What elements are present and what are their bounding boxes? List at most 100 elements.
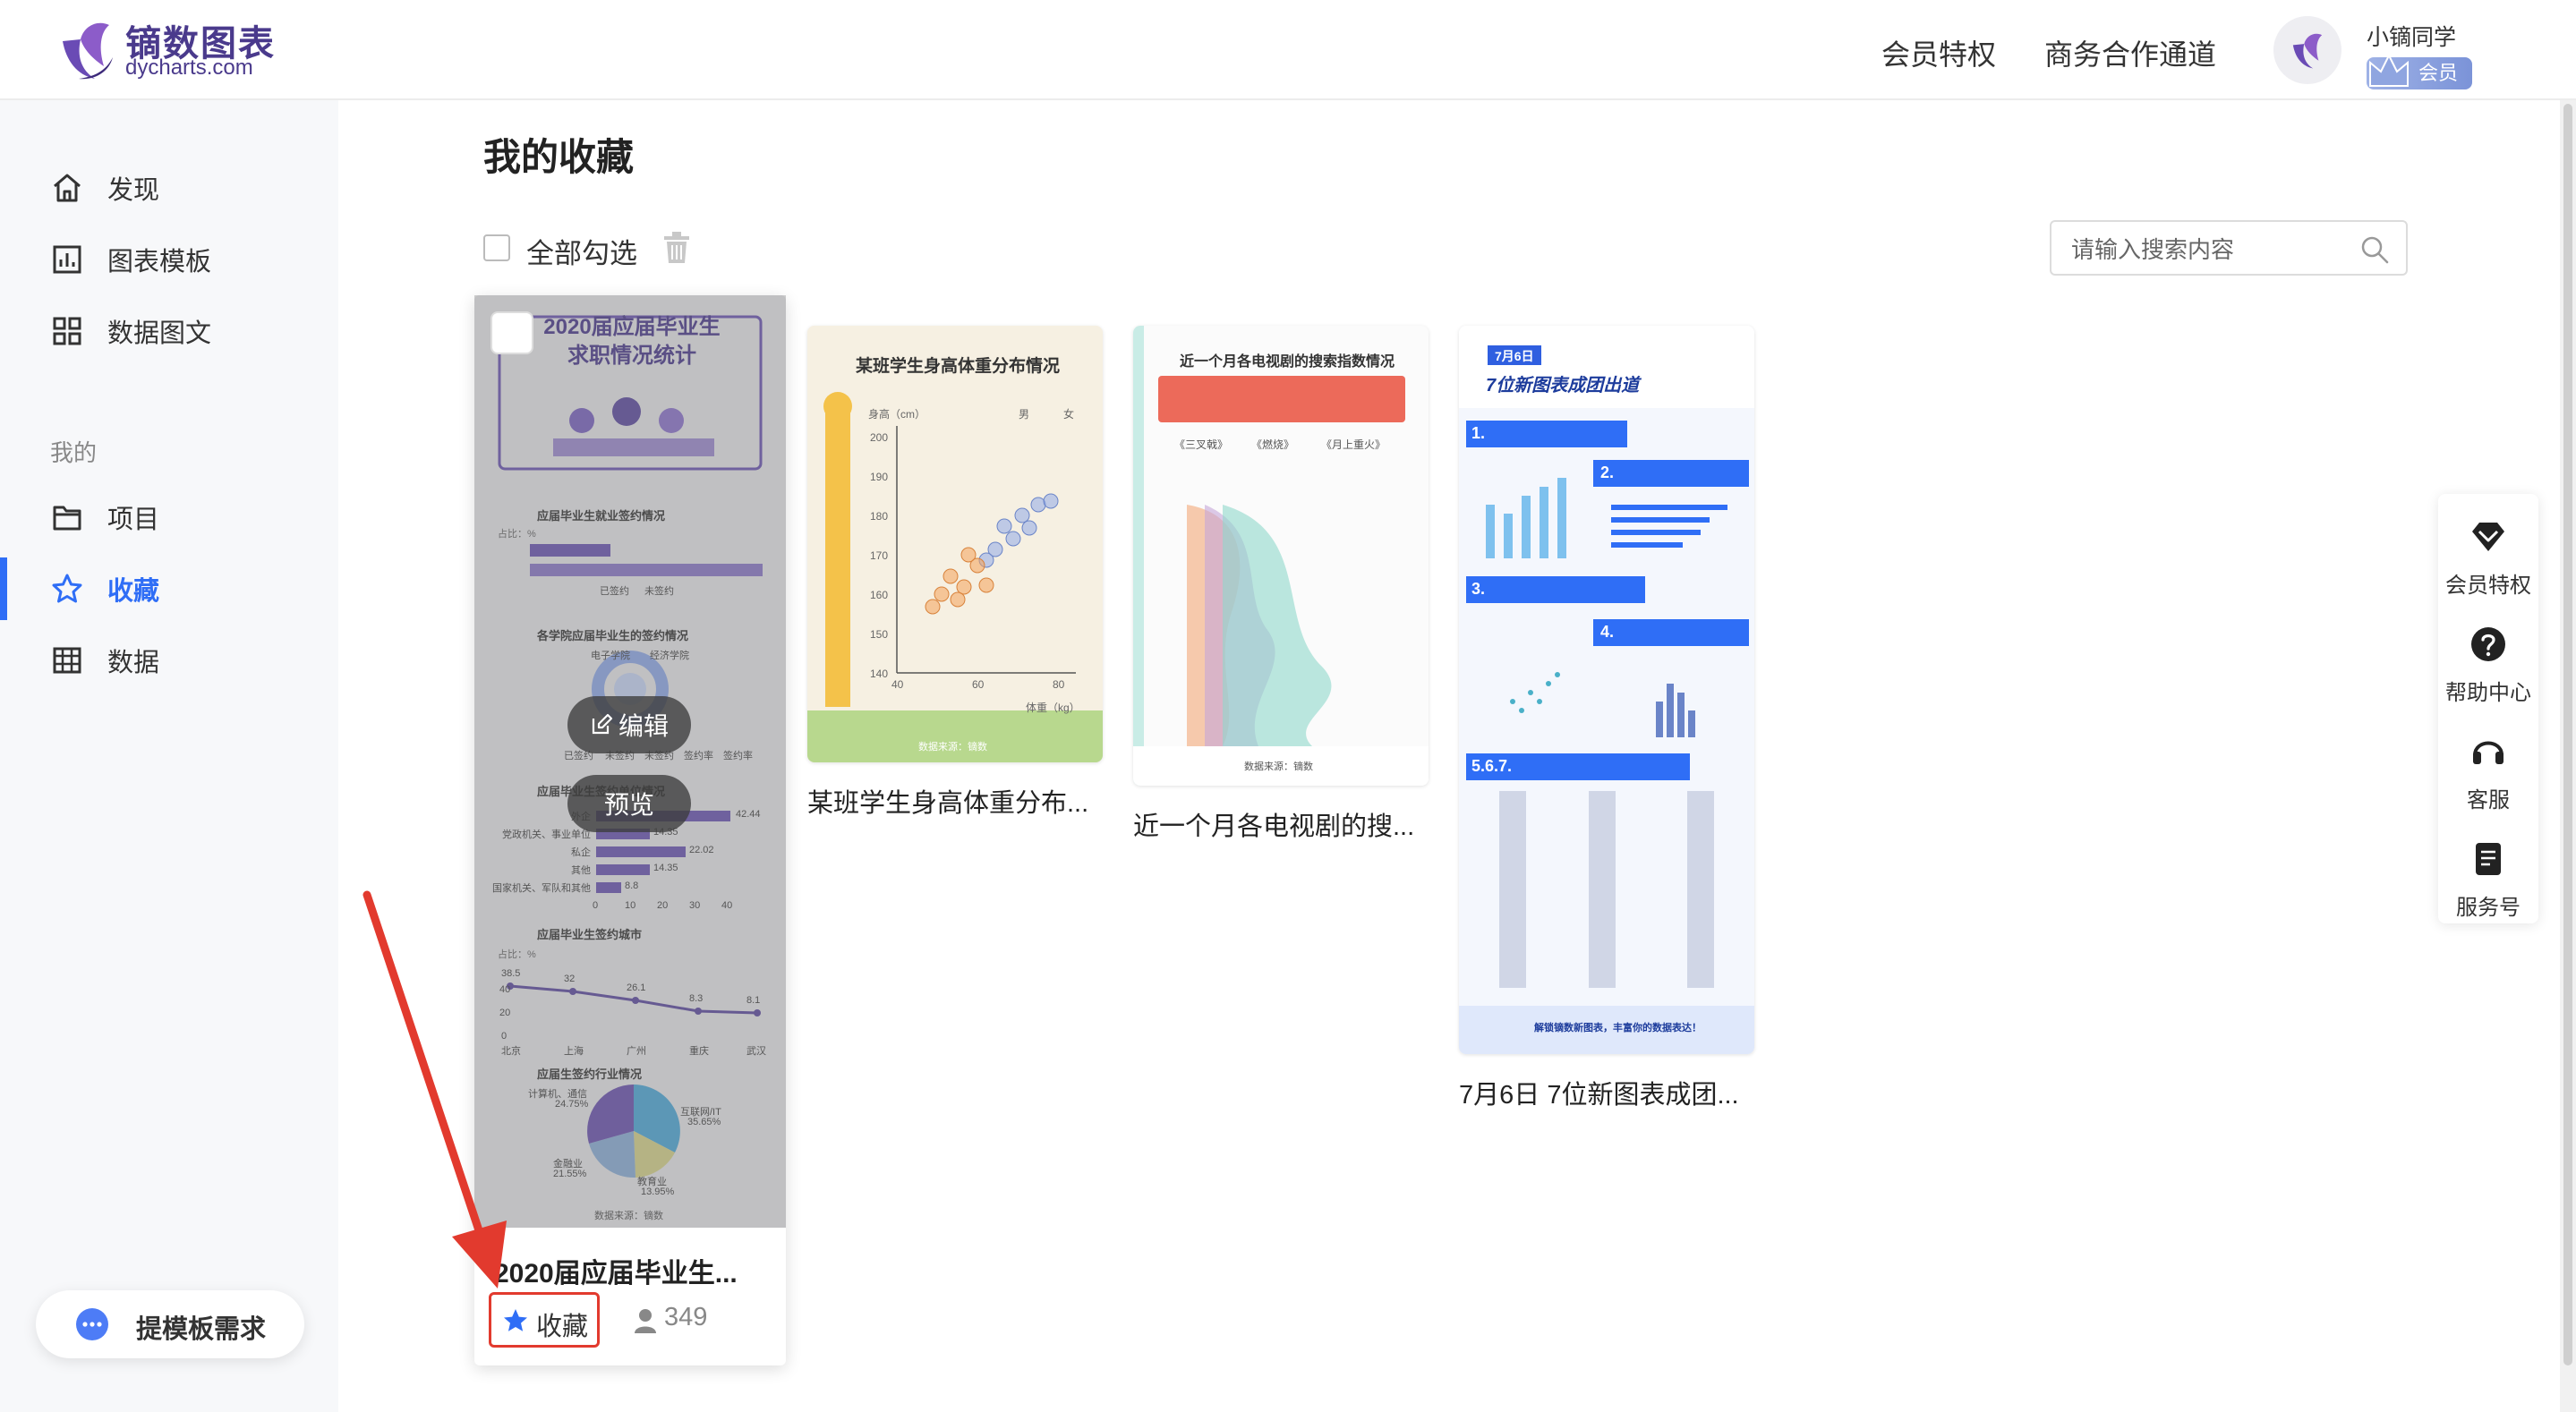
user-name[interactable]: 小镝同学: [2367, 20, 2456, 52]
chat-bubble-icon: [76, 1308, 108, 1340]
favorite-card[interactable]: 某班学生身高体重分布情况 身高（cm） 男 女 200 190 180 170 …: [807, 326, 1103, 827]
search-input[interactable]: [2069, 233, 2341, 267]
logo-icon[interactable]: [54, 16, 118, 82]
thumb-show: 《三叉戟》: [1174, 438, 1229, 451]
select-all-label[interactable]: 全部勾选: [526, 231, 637, 271]
help-icon: [2471, 627, 2505, 661]
card-title[interactable]: 7月6日 7位新图表成团...: [1459, 1074, 1739, 1111]
scatter-thumbnail: [807, 326, 1103, 762]
thumb-y-tick: 150: [870, 628, 889, 641]
favorite-button[interactable]: 收藏: [489, 1292, 600, 1348]
sidebar-item-label: 项目: [107, 506, 160, 534]
thumbnail-title: 某班学生身高体重分布情况: [856, 357, 1061, 376]
select-all-checkbox[interactable]: [483, 234, 510, 261]
sidebar-item-label: 收藏: [107, 577, 160, 606]
card-thumbnail[interactable]: 某班学生身高体重分布情况 身高（cm） 男 女 200 190 180 170 …: [807, 326, 1103, 762]
favorite-card[interactable]: 7月6日 7位新图表成团出道 1. 2. 3. 4. 5.6.7. 解锁镝数新图…: [1459, 326, 1754, 1113]
card-title[interactable]: 2020届应届毕业生...: [494, 1251, 738, 1290]
folder-icon: [53, 506, 81, 531]
headset-icon: [2473, 741, 2503, 764]
float-help-center[interactable]: 帮助中心: [2438, 608, 2538, 707]
thumbnail-title: 7位新图表成团出道: [1486, 376, 1640, 396]
thumb-tag: 7月6日: [1495, 349, 1534, 363]
diamond-icon: [2472, 523, 2504, 551]
thumb-show: 《月上重火》: [1321, 438, 1386, 451]
grid-icon: [53, 317, 81, 345]
search-box: [2050, 220, 2408, 276]
thumb-section-number: 5.6.7.: [1471, 757, 1513, 775]
trash-icon[interactable]: [661, 229, 693, 265]
favorite-card[interactable]: 近一个月各电视剧的搜索指数情况 《三叉戟》 《燃烧》 《月上重火》 数据来源：镝…: [1133, 326, 1429, 845]
float-official-account[interactable]: 服务号: [2438, 823, 2538, 922]
thumb-section-number: 4.: [1600, 623, 1615, 641]
thumb-y-tick: 200: [870, 431, 889, 444]
card-title[interactable]: 近一个月各电视剧的搜...: [1133, 805, 1414, 843]
float-item-label: 帮助中心: [2445, 681, 2531, 705]
thumb-x-tick: 80: [1053, 678, 1065, 691]
sidebar-item-discover[interactable]: 发现: [0, 157, 338, 219]
thumb-section-number: 3.: [1471, 580, 1486, 598]
nav-member-privileges[interactable]: 会员特权: [1881, 32, 1996, 73]
page-title: 我的收藏: [483, 136, 635, 178]
preview-button[interactable]: 预览: [567, 775, 691, 832]
avatar-logo-icon: [2292, 33, 2323, 69]
user-icon: [635, 1309, 656, 1333]
sidebar-item-label: 发现: [107, 176, 160, 205]
preview-label: 预览: [603, 791, 654, 819]
thumb-y-tick: 190: [870, 471, 889, 483]
template-request-button[interactable]: 提模板需求: [36, 1290, 304, 1358]
sidebar-item-label: 数据图文: [107, 319, 212, 348]
nav-business-cooperation[interactable]: 商务合作通道: [2044, 32, 2216, 73]
favorite-card[interactable]: 2020届应届毕业生 求职情况统计 应届毕业生就业签约情况 占比：% 已签约 未…: [474, 295, 786, 1365]
thumb-y-label: 身高（cm）: [868, 408, 925, 421]
thumb-x-tick: 40: [891, 678, 904, 691]
edit-label: 编辑: [618, 712, 669, 740]
card-hover-overlay: [474, 295, 786, 1228]
float-item-label: 会员特权: [2445, 574, 2531, 598]
edit-icon: [592, 713, 613, 735]
card-thumbnail[interactable]: 7月6日 7位新图表成团出道 1. 2. 3. 4. 5.6.7. 解锁镝数新图…: [1459, 326, 1754, 1054]
floating-service-panel: 会员特权 帮助中心 客服 服务号: [2438, 494, 2538, 923]
star-filled-icon: [504, 1309, 527, 1331]
avatar[interactable]: [2273, 16, 2341, 84]
search-icon[interactable]: [2359, 234, 2390, 265]
thumb-legend-female: 女: [1063, 408, 1075, 421]
sidebar-item-projects[interactable]: 项目: [0, 486, 338, 549]
thumb-x-tick: 60: [972, 678, 985, 691]
sidebar: [0, 100, 338, 1412]
thumb-y-tick: 180: [870, 510, 889, 523]
thumb-section-number: 2.: [1600, 464, 1615, 481]
sidebar-item-label: 数据: [107, 649, 160, 677]
favorite-label: 收藏: [536, 1313, 589, 1341]
sidebar-item-chart-templates[interactable]: 图表模板: [0, 228, 338, 291]
thumb-source: 数据来源：镝数: [918, 742, 987, 753]
card-title[interactable]: 某班学生身高体重分布...: [807, 782, 1088, 820]
doc-icon: [2476, 843, 2501, 875]
top-header: 镝数图表 dycharts.com 会员特权 商务合作通道 小镝同学 会员: [0, 0, 2576, 100]
float-item-label: 客服: [2467, 788, 2510, 812]
sidebar-item-label: 图表模板: [107, 248, 212, 276]
thumb-y-tick: 160: [870, 589, 889, 601]
crown-icon: [2369, 53, 2409, 87]
thumb-show: 《燃烧》: [1251, 438, 1295, 451]
card-thumbnail[interactable]: 近一个月各电视剧的搜索指数情况 《三叉戟》 《燃烧》 《月上重火》 数据来源：镝…: [1133, 326, 1429, 786]
home-icon: [54, 174, 81, 202]
logo-domain: dycharts.com: [125, 55, 253, 80]
thumb-footer: 解锁镝数新图表，丰富你的数据表达！: [1534, 1023, 1702, 1033]
float-customer-service[interactable]: 客服: [2438, 716, 2538, 814]
float-member-privileges[interactable]: 会员特权: [2438, 501, 2538, 600]
scrollbar-thumb[interactable]: [2563, 104, 2572, 1365]
thumbnail-title: 近一个月各电视剧的搜索指数情况: [1180, 354, 1395, 370]
thumb-y-tick: 140: [870, 668, 889, 680]
float-item-label: 服务号: [2456, 896, 2521, 920]
ridgeline-thumbnail: [1133, 326, 1429, 786]
thumb-x-label: 体重（kg）: [1026, 702, 1080, 714]
thumb-source: 数据来源：镝数: [1244, 761, 1313, 772]
sidebar-item-favorites[interactable]: 收藏: [0, 557, 338, 620]
edit-button[interactable]: 编辑: [567, 696, 691, 753]
card-select-checkbox[interactable]: [490, 311, 533, 354]
sidebar-item-data[interactable]: 数据: [0, 629, 338, 692]
sidebar-item-data-infographics[interactable]: 数据图文: [0, 300, 338, 362]
thumb-legend-male: 男: [1019, 408, 1030, 421]
star-icon: [52, 574, 82, 603]
